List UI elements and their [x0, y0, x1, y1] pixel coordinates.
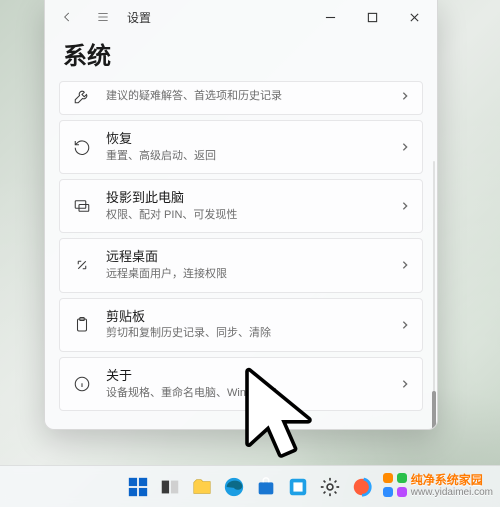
clipboard-icon	[72, 315, 92, 335]
taskbar-app-generic-1[interactable]	[285, 474, 311, 500]
titlebar: 设置	[45, 0, 437, 34]
item-title: 远程桌面	[106, 249, 384, 266]
back-icon	[60, 10, 74, 24]
gear-icon	[319, 476, 341, 498]
app-icon	[287, 476, 309, 498]
chevron-right-icon	[398, 142, 412, 152]
item-title: 恢复	[106, 131, 384, 148]
hamburger-icon	[96, 10, 110, 24]
watermark-brand: 纯净系统家园 www.yidaimei.com	[383, 471, 493, 498]
recovery-icon	[72, 137, 92, 157]
edge-icon	[223, 476, 245, 498]
scrollbar-thumb[interactable]	[432, 391, 436, 430]
item-subtitle: 权限、配对 PIN、可发现性	[106, 208, 384, 222]
item-subtitle: 建议的疑难解答、首选项和历史记录	[106, 89, 384, 103]
taskbar-explorer[interactable]	[189, 474, 215, 500]
settings-list: 建议的疑难解答、首选项和历史记录 恢复 重置、高级启动、返回 投影到此电脑 权限…	[45, 81, 437, 429]
item-subtitle: 远程桌面用户，连接权限	[106, 267, 384, 281]
scrollbar-track	[433, 161, 435, 430]
wrench-icon	[72, 86, 92, 106]
chevron-right-icon	[398, 320, 412, 330]
brand-logo-icon	[383, 473, 407, 497]
item-subtitle: 重置、高级启动、返回	[106, 149, 384, 163]
chevron-right-icon	[398, 91, 412, 101]
info-icon	[72, 374, 92, 394]
item-title: 剪贴板	[106, 309, 384, 326]
app-icon	[351, 476, 373, 498]
task-view-icon	[159, 476, 181, 498]
item-title: 关于	[106, 368, 384, 385]
settings-item-projecting[interactable]: 投影到此电脑 权限、配对 PIN、可发现性	[59, 179, 423, 233]
back-button[interactable]	[51, 2, 83, 32]
chevron-right-icon	[398, 260, 412, 270]
item-subtitle: 剪切和复制历史记录、同步、清除	[106, 326, 384, 340]
chevron-right-icon	[398, 201, 412, 211]
settings-item-remote-desktop[interactable]: 远程桌面 远程桌面用户，连接权限	[59, 238, 423, 292]
windows-icon	[127, 476, 149, 498]
taskbar-task-view[interactable]	[157, 474, 183, 500]
close-button[interactable]	[393, 2, 435, 32]
taskbar-settings[interactable]	[317, 474, 343, 500]
settings-item-clipboard[interactable]: 剪贴板 剪切和复制历史记录、同步、清除	[59, 298, 423, 352]
projecting-icon	[72, 196, 92, 216]
app-name: 设置	[127, 9, 151, 26]
remote-desktop-icon	[72, 255, 92, 275]
nav-menu-button[interactable]	[87, 2, 119, 32]
taskbar-app-generic-2[interactable]	[349, 474, 375, 500]
maximize-button[interactable]	[351, 2, 393, 32]
taskbar-edge[interactable]	[221, 474, 247, 500]
minimize-icon	[325, 12, 336, 23]
minimize-button[interactable]	[309, 2, 351, 32]
chevron-right-icon	[398, 379, 412, 389]
taskbar-store[interactable]	[253, 474, 279, 500]
settings-item-about[interactable]: 关于 设备规格、重命名电脑、Wind 规格	[59, 357, 423, 411]
page-title: 系统	[45, 34, 437, 81]
item-subtitle: 设备规格、重命名电脑、Wind 规格	[106, 386, 384, 400]
settings-item-recovery[interactable]: 恢复 重置、高级启动、返回	[59, 120, 423, 174]
taskbar-start-button[interactable]	[125, 474, 151, 500]
settings-window: 设置 系统 建议的疑难解答、首选项和历史记录	[44, 0, 438, 430]
item-title: 投影到此电脑	[106, 190, 384, 207]
maximize-icon	[367, 12, 378, 23]
store-icon	[255, 476, 277, 498]
folder-icon	[191, 476, 213, 498]
brand-name: 纯净系统家园	[411, 471, 493, 488]
settings-item-troubleshoot[interactable]: 建议的疑难解答、首选项和历史记录	[59, 81, 423, 115]
brand-url: www.yidaimei.com	[411, 487, 493, 498]
close-icon	[409, 12, 420, 23]
